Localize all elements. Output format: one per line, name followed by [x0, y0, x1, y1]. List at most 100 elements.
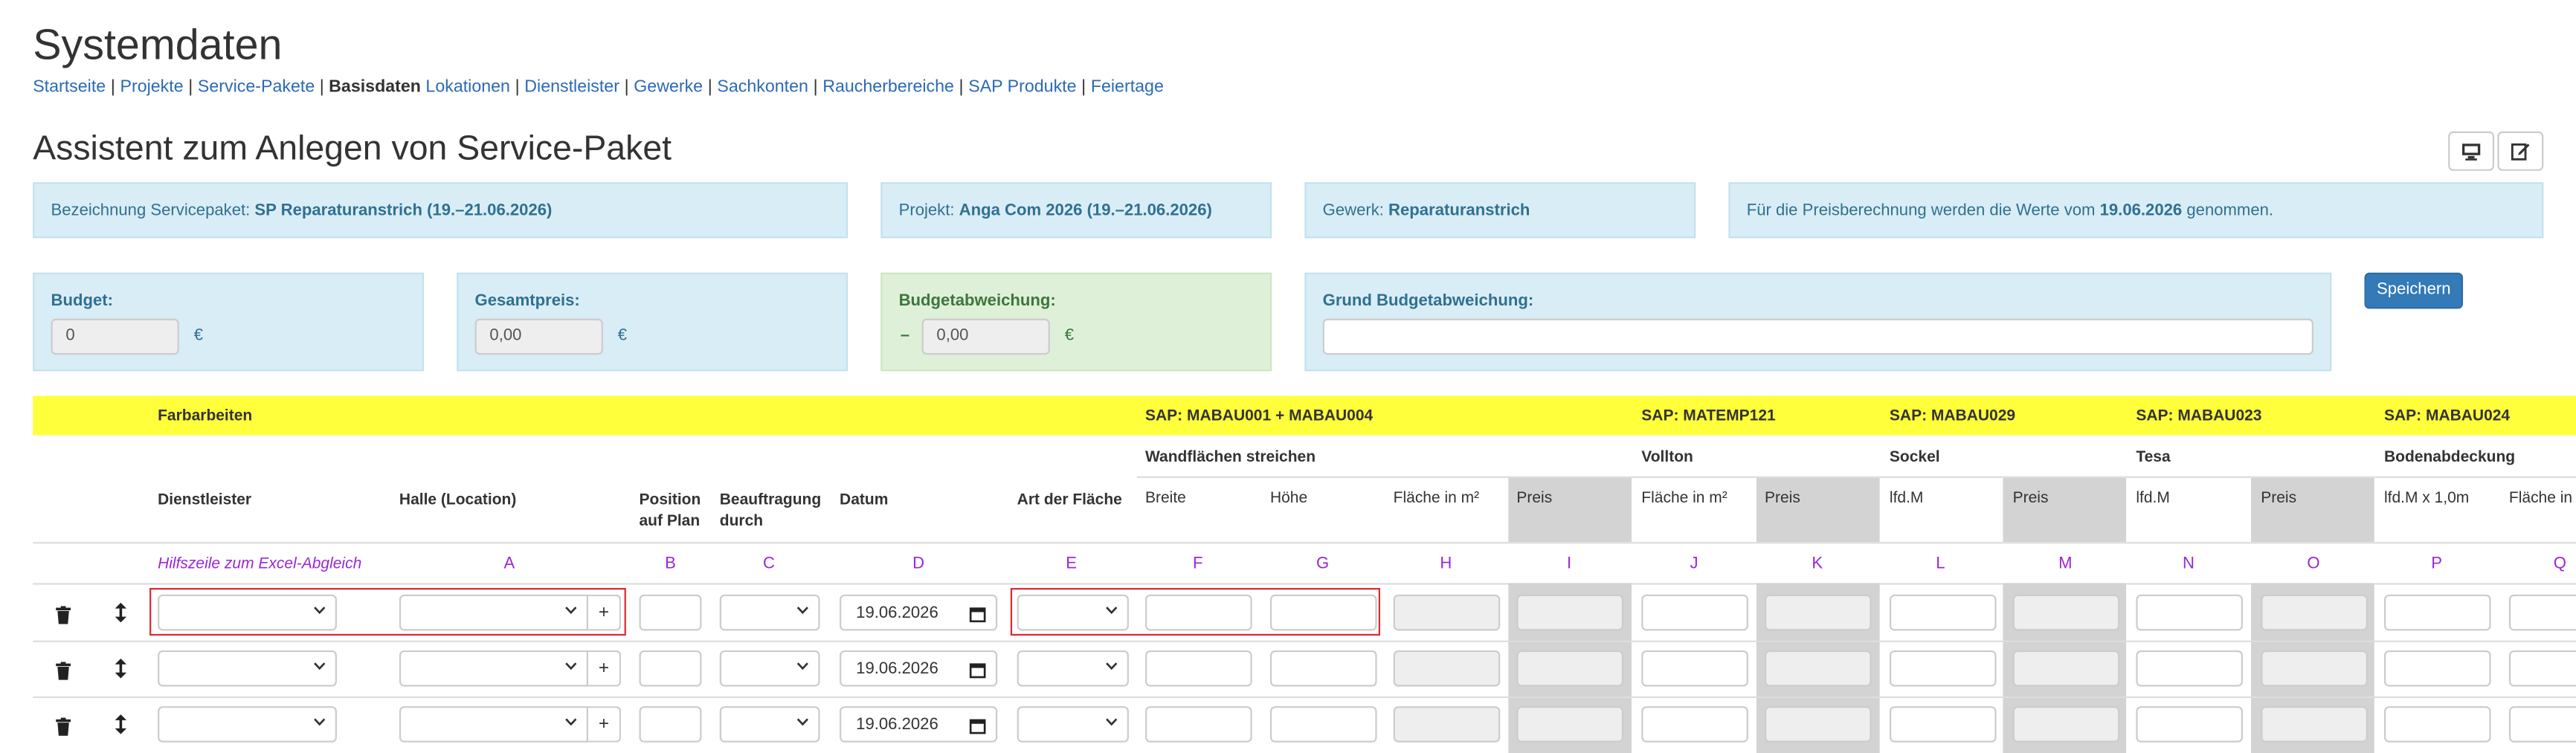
breadcrumb-dienstleister[interactable]: Dienstleister	[524, 77, 619, 97]
flaeche-output	[1393, 706, 1501, 743]
column-header-lfdm: lfd.M	[2136, 489, 2170, 508]
trash-icon	[56, 717, 71, 736]
boden-flaeche-input[interactable]	[2508, 650, 2576, 687]
preis-output	[2012, 706, 2120, 743]
budgetabweichung-currency: €	[1064, 326, 1075, 345]
breadcrumb-lokationen[interactable]: Lokationen	[425, 77, 510, 97]
helper-row-label: Hilfszeile zum Excel-Abgleich	[158, 555, 362, 574]
excel-column-letter: C	[763, 555, 776, 574]
boden-flaeche-input[interactable]	[2508, 706, 2576, 743]
vollton-flaeche-input[interactable]	[1641, 594, 1748, 631]
sap-label: SAP: MABAU029	[1889, 407, 2016, 426]
boden-lfdm-input[interactable]	[2383, 594, 2491, 631]
halle-select[interactable]	[399, 650, 589, 687]
save-button[interactable]: Speichern	[2364, 272, 2464, 309]
chevron-down-icon	[796, 662, 808, 670]
gesamtpreis-input: 0,00	[474, 318, 603, 355]
sap-label: SAP: MATEMP121	[1641, 407, 1776, 426]
budget-currency: €	[193, 326, 204, 345]
dienstleister-select[interactable]	[158, 706, 337, 743]
column-header-position: Position auf Plan	[639, 491, 701, 531]
hoehe-input[interactable]	[1269, 706, 1377, 743]
projekt-value: Anga Com 2026 (19.–21.06.2026)	[959, 201, 1212, 219]
delete-row-button[interactable]	[56, 659, 71, 688]
breadcrumb-service-pakete[interactable]: Service-Pakete	[198, 77, 315, 97]
move-row-handle[interactable]	[115, 657, 127, 687]
highlight-art-breite-hoehe	[1010, 588, 1380, 636]
chevron-down-icon	[565, 718, 577, 726]
calendar-icon	[969, 719, 986, 734]
sockel-lfdm-input[interactable]	[1889, 594, 1997, 631]
beauftragung-select[interactable]	[719, 650, 820, 687]
sockel-lfdm-input[interactable]	[1889, 706, 1997, 743]
breadcrumb-projekte[interactable]: Projekte	[120, 77, 184, 97]
breite-input[interactable]	[1145, 706, 1252, 743]
breadcrumb-startseite[interactable]: Startseite	[33, 77, 106, 97]
edit-icon	[2511, 143, 2530, 161]
move-row-handle[interactable]	[115, 601, 127, 631]
move-row-handle[interactable]	[115, 713, 127, 743]
preis-output	[1765, 594, 1872, 631]
datum-value: 19.06.2026	[856, 604, 938, 623]
vollton-flaeche-input[interactable]	[1641, 706, 1748, 743]
vollton-flaeche-input[interactable]	[1641, 650, 1748, 687]
boden-flaeche-input[interactable]	[2508, 594, 2576, 631]
subgroup-label: Vollton	[1641, 448, 1693, 467]
move-vertical-icon	[115, 659, 127, 679]
art-der-flaeche-select[interactable]	[1017, 650, 1129, 687]
tesa-lfdm-input[interactable]	[2136, 706, 2243, 743]
art-der-flaeche-select[interactable]	[1017, 706, 1129, 743]
column-header-preis: Preis	[2012, 489, 2049, 508]
breite-input[interactable]	[1145, 650, 1252, 687]
position-input[interactable]	[639, 706, 702, 743]
add-location-button[interactable]: +	[588, 650, 622, 687]
excel-column-letter: B	[665, 555, 676, 574]
desktop-view-button[interactable]	[2448, 131, 2495, 171]
preis-output	[1765, 706, 1872, 743]
position-input[interactable]	[639, 650, 702, 687]
column-header-lfdm-boden: lfd.M x 1,0m	[2383, 489, 2470, 508]
gewerk-label: Gewerk:	[1322, 201, 1384, 219]
preis-output	[2261, 650, 2368, 687]
budgetabweichung-panel: Budgetabweichung: – 0,00 €	[880, 272, 1272, 372]
info-bezeichnung: Bezeichnung Servicepaket: SP Reparaturan…	[33, 182, 849, 239]
datum-input[interactable]: 19.06.2026	[840, 594, 998, 631]
tesa-lfdm-input[interactable]	[2136, 594, 2243, 631]
add-location-button[interactable]: +	[588, 706, 622, 743]
breadcrumb-sachkonten[interactable]: Sachkonten	[717, 77, 808, 97]
breadcrumb-separator: |	[1081, 77, 1086, 97]
breadcrumb-sap-produkte[interactable]: SAP Produkte	[968, 77, 1076, 97]
bezeichnung-label: Bezeichnung Servicepaket:	[51, 201, 251, 219]
edit-button[interactable]	[2497, 131, 2544, 171]
excel-column-letter: H	[1440, 555, 1452, 574]
chevron-down-icon	[314, 718, 326, 726]
breadcrumb-gewerke[interactable]: Gewerke	[634, 77, 703, 97]
beauftragung-select[interactable]	[719, 594, 820, 631]
breadcrumb-separator: |	[624, 77, 629, 97]
datum-input[interactable]: 19.06.2026	[840, 650, 998, 687]
breadcrumb-feiertage[interactable]: Feiertage	[1091, 77, 1164, 97]
delete-row-button[interactable]	[56, 714, 71, 744]
breadcrumb-raucherbereiche[interactable]: Raucherbereiche	[822, 77, 954, 97]
position-input[interactable]	[639, 594, 702, 631]
gesamtpreis-label: Gesamtpreis:	[474, 292, 580, 311]
excel-column-letter: O	[2307, 555, 2320, 574]
budget-panel: Budget: 0 €	[33, 272, 425, 372]
tesa-lfdm-input[interactable]	[2136, 650, 2243, 687]
price-column-header-bg	[2003, 477, 2127, 543]
chevron-down-icon	[314, 662, 326, 670]
boden-lfdm-input[interactable]	[2383, 706, 2491, 743]
sockel-lfdm-input[interactable]	[1889, 650, 1997, 687]
dienstleister-select[interactable]	[158, 650, 337, 687]
excel-column-letter: J	[1690, 555, 1698, 574]
datum-input[interactable]: 19.06.2026	[840, 706, 998, 743]
grund-input[interactable]	[1322, 318, 2313, 355]
hoehe-input[interactable]	[1269, 650, 1377, 687]
halle-select[interactable]	[399, 706, 589, 743]
preis-output	[2261, 594, 2368, 631]
beauftragung-select[interactable]	[719, 706, 820, 743]
boden-lfdm-input[interactable]	[2383, 650, 2491, 687]
budget-input[interactable]: 0	[51, 318, 179, 355]
delete-row-button[interactable]	[56, 603, 71, 633]
price-column-header-bg	[1508, 477, 1632, 543]
